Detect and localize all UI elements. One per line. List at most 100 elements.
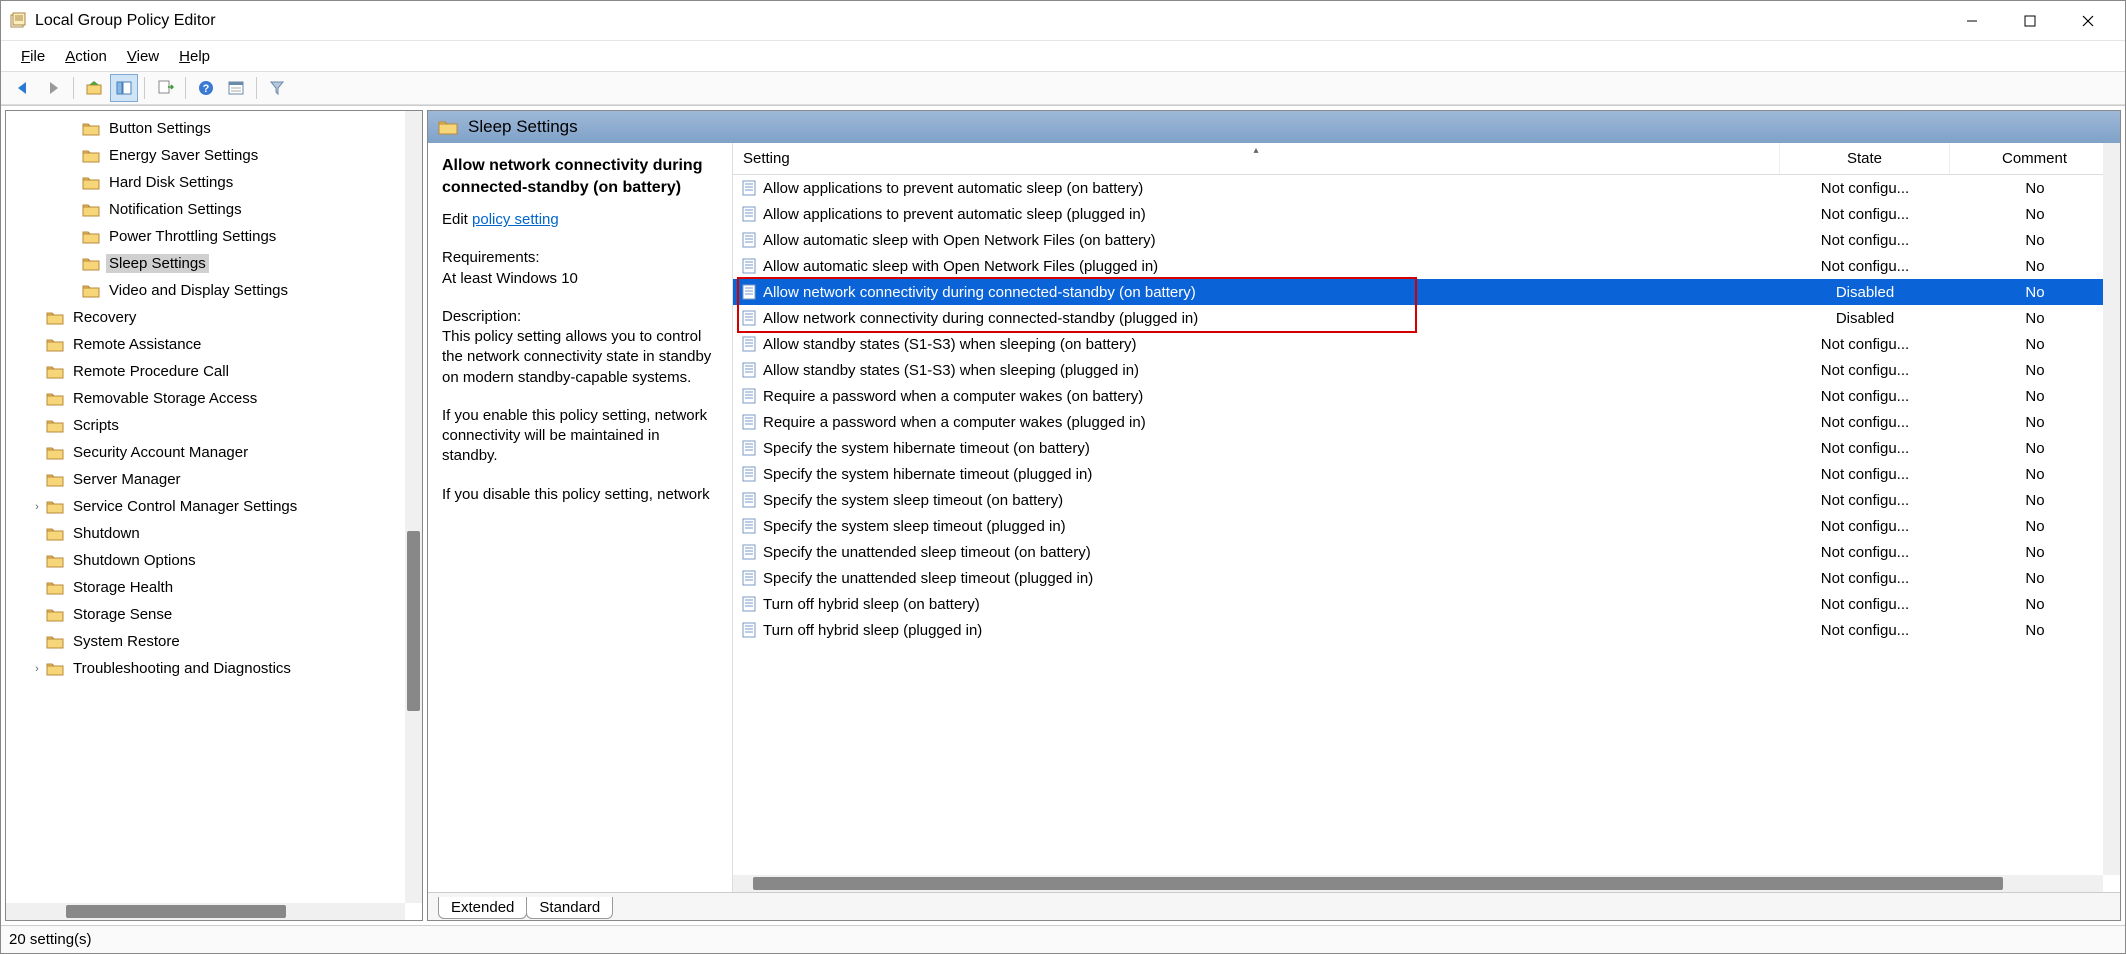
show-hide-tree-button[interactable] [110,74,138,102]
tree-node[interactable]: Button Settings [6,115,422,142]
policy-comment: No [1950,362,2120,379]
list-vertical-scrollbar[interactable] [2103,143,2120,875]
policy-state: Not configu... [1780,362,1950,379]
titlebar: Local Group Policy Editor [1,1,2125,41]
policy-comment: No [1950,466,2120,483]
policy-icon [741,362,757,378]
menu-help[interactable]: Help [171,45,218,68]
tree-node[interactable]: Scripts [6,412,422,439]
tree-node[interactable]: Energy Saver Settings [6,142,422,169]
properties-button[interactable] [222,74,250,102]
list-row[interactable]: Allow automatic sleep with Open Network … [733,227,2120,253]
menu-action[interactable]: Action [57,45,115,68]
list-row[interactable]: Require a password when a computer wakes… [733,409,2120,435]
back-button[interactable] [9,74,37,102]
tree-node[interactable]: Recovery [6,304,422,331]
tree-node[interactable]: Shutdown [6,520,422,547]
policy-list: Setting ▴ State Comment ▴ ▾ Allow applic… [733,143,2120,892]
folder-icon [82,175,100,191]
selected-policy-title: Allow network connectivity during connec… [442,155,718,198]
filter-button[interactable] [263,74,291,102]
menu-file[interactable]: File [13,45,53,68]
tree-node[interactable]: Shutdown Options [6,547,422,574]
expander-icon[interactable]: › [30,501,44,513]
folder-icon [46,418,64,434]
list-row[interactable]: Allow applications to prevent automatic … [733,175,2120,201]
maximize-button[interactable] [2001,1,2059,41]
toolbar: ? [1,71,2125,105]
extended-description: Allow network connectivity during connec… [428,143,733,892]
tree-pane: Button SettingsEnergy Saver SettingsHard… [5,110,423,921]
tree-node[interactable]: Storage Sense [6,601,422,628]
list-row[interactable]: Allow network connectivity during connec… [733,305,2120,331]
list-header: Setting ▴ State Comment [733,143,2120,175]
list-row[interactable]: Allow automatic sleep with Open Network … [733,253,2120,279]
list-row[interactable]: Specify the system hibernate timeout (on… [733,435,2120,461]
expander-icon[interactable]: › [30,663,44,675]
tree-node[interactable]: Storage Health [6,574,422,601]
help-button[interactable]: ? [192,74,220,102]
tree-node[interactable]: Hard Disk Settings [6,169,422,196]
forward-button[interactable] [39,74,67,102]
tree-node[interactable]: Server Manager [6,466,422,493]
tree-node[interactable]: Notification Settings [6,196,422,223]
minimize-button[interactable] [1943,1,2001,41]
policy-name: Allow applications to prevent automatic … [763,180,1143,197]
tree-node[interactable]: Remote Procedure Call [6,358,422,385]
list-row[interactable]: Allow applications to prevent automatic … [733,201,2120,227]
scrollbar-thumb[interactable] [66,905,286,918]
tree-node[interactable]: Video and Display Settings [6,277,422,304]
policy-icon [741,310,757,326]
policy-name: Allow network connectivity during connec… [763,284,1196,301]
folder-icon [82,121,100,137]
list-row[interactable]: Allow network connectivity during connec… [733,279,2120,305]
tree-node-label: Server Manager [70,470,184,489]
list-row[interactable]: Specify the system sleep timeout (plugge… [733,513,2120,539]
column-header-state[interactable]: State [1780,143,1950,174]
window-title: Local Group Policy Editor [35,12,1943,30]
edit-policy-link[interactable]: policy setting [472,211,559,228]
tree-node-label: Notification Settings [106,200,245,219]
tree-node[interactable]: Remote Assistance [6,331,422,358]
folder-icon [46,634,64,650]
list-row[interactable]: Require a password when a computer wakes… [733,383,2120,409]
up-button[interactable] [80,74,108,102]
list-horizontal-scrollbar[interactable] [733,875,2103,892]
scrollbar-thumb[interactable] [753,877,2003,890]
column-header-setting[interactable]: Setting ▴ [733,143,1780,174]
tree-node[interactable]: Security Account Manager [6,439,422,466]
tree-horizontal-scrollbar[interactable] [6,903,405,920]
list-row[interactable]: Allow standby states (S1-S3) when sleepi… [733,331,2120,357]
tree-node[interactable]: ›Troubleshooting and Diagnostics [6,655,422,682]
tree-view[interactable]: Button SettingsEnergy Saver SettingsHard… [6,111,422,920]
list-row[interactable]: Specify the unattended sleep timeout (on… [733,539,2120,565]
tree-node[interactable]: System Restore [6,628,422,655]
tree-vertical-scrollbar[interactable] [405,111,422,903]
list-row[interactable]: Specify the unattended sleep timeout (pl… [733,565,2120,591]
list-row[interactable]: Specify the system sleep timeout (on bat… [733,487,2120,513]
menu-view[interactable]: View [119,45,167,68]
list-row[interactable]: Specify the system hibernate timeout (pl… [733,461,2120,487]
export-button[interactable] [151,74,179,102]
view-tabs: Extended Standard [428,892,2120,920]
list-row[interactable]: Turn off hybrid sleep (on battery)Not co… [733,591,2120,617]
close-button[interactable] [2059,1,2117,41]
tree-node[interactable]: Power Throttling Settings [6,223,422,250]
list-row[interactable]: Turn off hybrid sleep (plugged in)Not co… [733,617,2120,643]
tab-extended[interactable]: Extended [438,897,527,919]
scrollbar-thumb[interactable] [407,531,420,711]
tree-node[interactable]: ›Service Control Manager Settings [6,493,422,520]
folder-icon [46,364,64,380]
tab-standard[interactable]: Standard [526,897,613,919]
tree-node[interactable]: Removable Storage Access [6,385,422,412]
tree-node-label: Recovery [70,308,139,327]
tree-node-label: Remote Assistance [70,335,204,354]
list-row[interactable]: Allow standby states (S1-S3) when sleepi… [733,357,2120,383]
requirements-text: At least Windows 10 [442,269,718,289]
column-header-comment[interactable]: Comment [1950,143,2120,174]
folder-icon [46,391,64,407]
tree-node-label: System Restore [70,632,183,651]
tree-node[interactable]: Sleep Settings [6,250,422,277]
folder-icon [82,148,100,164]
policy-state: Disabled [1780,310,1950,327]
